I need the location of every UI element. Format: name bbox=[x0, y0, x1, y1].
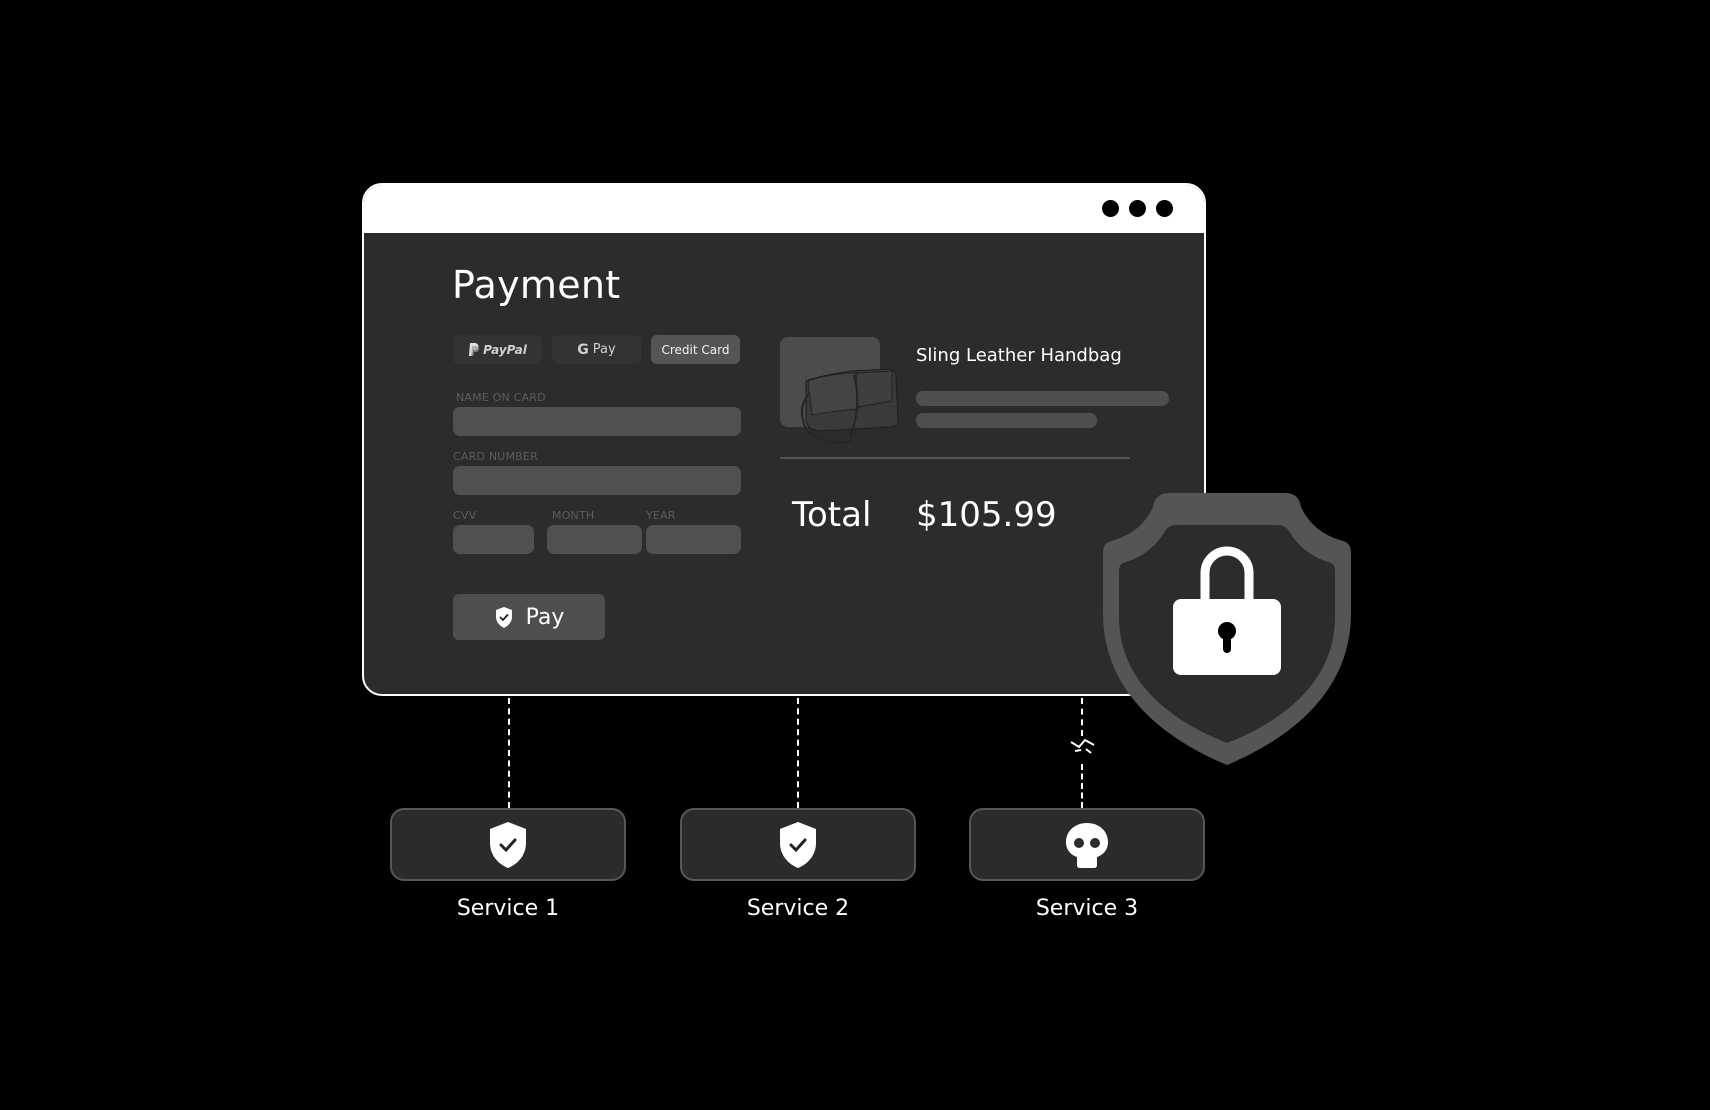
card-number-label: CARD NUMBER bbox=[453, 450, 538, 463]
broken-link-icon bbox=[1070, 738, 1095, 754]
window-control-dot[interactable] bbox=[1156, 200, 1173, 217]
tab-label: Credit Card bbox=[661, 342, 730, 357]
connector-service-3-lower bbox=[1081, 764, 1083, 808]
month-label: MONTH bbox=[552, 509, 595, 522]
month-field[interactable] bbox=[547, 525, 642, 554]
service-3-box[interactable] bbox=[969, 808, 1205, 881]
summary-divider bbox=[780, 457, 1130, 459]
page-title: Payment bbox=[452, 263, 621, 307]
service-2-box[interactable] bbox=[680, 808, 916, 881]
card-number-field[interactable] bbox=[453, 466, 741, 495]
cvv-field[interactable] bbox=[453, 525, 534, 554]
tab-credit-card[interactable]: Credit Card bbox=[651, 335, 740, 364]
shield-check-icon bbox=[780, 821, 816, 868]
name-on-card-label: NAME ON CARD bbox=[456, 391, 546, 404]
service-3-label: Service 3 bbox=[1035, 896, 1139, 921]
total-value: $105.99 bbox=[916, 495, 1057, 535]
product-detail-placeholder bbox=[916, 413, 1097, 428]
tab-label: PayPal bbox=[483, 342, 527, 357]
window-control-dot[interactable] bbox=[1129, 200, 1146, 217]
window-titlebar bbox=[364, 185, 1204, 233]
cvv-label: CVV bbox=[453, 509, 477, 522]
service-2-label: Service 2 bbox=[746, 896, 850, 921]
name-on-card-field[interactable] bbox=[453, 407, 741, 436]
shield-check-icon bbox=[490, 821, 526, 868]
service-1-label: Service 1 bbox=[456, 896, 560, 921]
service-1-box[interactable] bbox=[390, 808, 626, 881]
product-detail-placeholder bbox=[916, 391, 1169, 406]
tab-paypal[interactable]: PayPal bbox=[453, 335, 542, 364]
window-control-dot[interactable] bbox=[1102, 200, 1119, 217]
google-g-icon: G bbox=[577, 341, 589, 358]
payment-window: Payment PayPal G Pay Credit Card NAME ON… bbox=[362, 183, 1206, 696]
pay-button[interactable]: Pay bbox=[453, 594, 605, 640]
tab-google-pay[interactable]: G Pay bbox=[552, 335, 641, 364]
year-field[interactable] bbox=[646, 525, 741, 554]
product-name: Sling Leather Handbag bbox=[916, 345, 1122, 366]
connector-service-1 bbox=[508, 698, 510, 808]
connector-service-2 bbox=[797, 698, 799, 808]
handbag-image bbox=[800, 368, 899, 444]
product-image bbox=[780, 337, 899, 444]
total-label: Total bbox=[792, 495, 872, 535]
year-label: YEAR bbox=[646, 509, 676, 522]
shield-lock-icon bbox=[1103, 493, 1351, 765]
shield-check-icon bbox=[495, 606, 512, 628]
pay-button-label: Pay bbox=[525, 604, 565, 630]
skull-icon bbox=[1066, 822, 1108, 868]
tab-label: Pay bbox=[592, 342, 616, 357]
paypal-icon bbox=[469, 343, 480, 356]
connector-service-3-upper bbox=[1081, 698, 1083, 736]
